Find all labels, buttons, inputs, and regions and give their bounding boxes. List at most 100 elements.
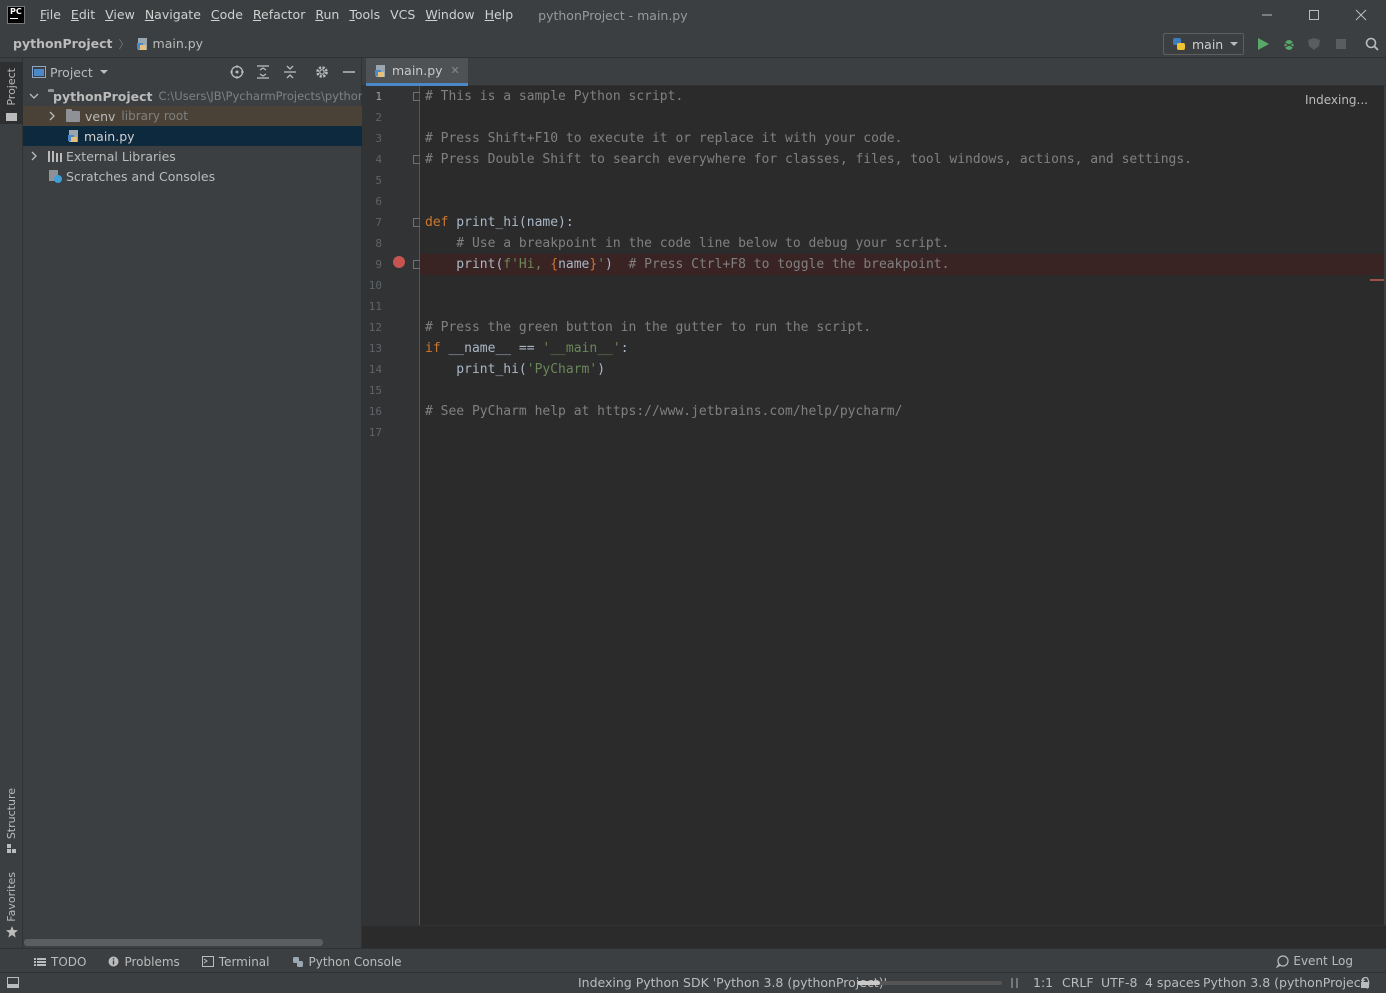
line-number[interactable]: 16 (362, 401, 382, 422)
main-menu: File Edit View Navigate Code Refactor Run Tools… (35, 0, 518, 30)
code-line-14[interactable]: print_hi('PyCharm') (425, 359, 605, 380)
menu-view[interactable]: View (100, 0, 140, 30)
menu-file[interactable]: File (35, 0, 66, 30)
line-number[interactable]: 8 (362, 233, 382, 254)
tool-tab-favorites[interactable]: Favorites (0, 872, 23, 938)
editor-bottom-area (362, 925, 1386, 948)
event-log-button[interactable]: Event Log (1276, 954, 1353, 968)
chevron-down-icon[interactable] (29, 91, 39, 101)
project-view-selector[interactable]: Project (50, 65, 93, 80)
indent-setting[interactable]: 4 spaces (1145, 975, 1200, 990)
tool-window-bar: TODO Problems Terminal Python Console Ev… (0, 948, 1386, 974)
run-button[interactable] (1255, 36, 1271, 52)
indexing-status-text[interactable]: Indexing Python SDK 'Python 3.8 (pythonP… (578, 975, 887, 990)
horizontal-scrollbar[interactable] (24, 939, 323, 946)
code-line-9[interactable]: print(f'Hi, {name}') # Press Ctrl+F8 to … (425, 254, 949, 275)
tab-main-py[interactable]: main.py ✕ (366, 58, 468, 86)
toggle-tool-windows-icon[interactable] (7, 977, 19, 989)
line-number[interactable]: 7 (362, 212, 382, 233)
line-number[interactable]: 2 (362, 107, 382, 128)
close-tab-icon[interactable]: ✕ (451, 64, 460, 77)
menu-navigate[interactable]: Navigate (140, 0, 206, 30)
tool-tab-project[interactable]: Project (0, 62, 23, 124)
todo-button[interactable]: TODO (34, 955, 86, 969)
stop-button[interactable] (1333, 36, 1349, 52)
line-number[interactable]: 1 (362, 86, 382, 107)
line-number[interactable]: 6 (362, 191, 382, 212)
line-number[interactable]: 5 (362, 170, 382, 191)
breadcrumb-project[interactable]: pythonProject (13, 36, 113, 51)
coverage-button[interactable] (1306, 36, 1322, 52)
breakpoint-icon[interactable] (393, 256, 405, 268)
maximize-button[interactable] (1291, 0, 1337, 30)
run-configuration-select[interactable]: main (1163, 33, 1244, 55)
terminal-button[interactable]: Terminal (201, 955, 270, 969)
error-stripe-marker[interactable] (1370, 279, 1384, 281)
line-number[interactable]: 15 (362, 380, 382, 401)
line-number[interactable]: 14 (362, 359, 382, 380)
tree-item-main-py[interactable]: main.py (23, 126, 362, 146)
code-line-1[interactable]: # This is a sample Python script. (425, 86, 683, 107)
maximize-icon (1309, 10, 1319, 20)
problems-button[interactable]: Problems (108, 955, 180, 969)
code-line-13[interactable]: if __name__ == '__main__': (425, 338, 629, 359)
menu-code[interactable]: Code (206, 0, 248, 30)
tree-item-project-root[interactable]: pythonProject C:\Users\JB\PycharmProject… (23, 86, 362, 106)
line-number[interactable]: 4 (362, 149, 382, 170)
menu-window[interactable]: Window (420, 0, 479, 30)
code-editor[interactable]: Indexing... # This is a sample Python sc… (420, 86, 1386, 925)
close-window-button[interactable] (1338, 0, 1384, 30)
line-number[interactable]: 13 (362, 338, 382, 359)
code-line-4[interactable]: # Press Double Shift to search everywher… (425, 149, 1192, 170)
python-interpreter[interactable]: Python 3.8 (pythonProject) (1203, 975, 1370, 990)
chevron-down-icon[interactable] (99, 67, 109, 77)
line-separator[interactable]: CRLF (1062, 975, 1094, 990)
left-tool-strip: Project Structure Favorites (0, 58, 23, 948)
tool-tab-structure[interactable]: Structure (0, 788, 23, 854)
code-line-12[interactable]: # Press the green button in the gutter t… (425, 317, 871, 338)
caret-position[interactable]: 1:1 (1033, 975, 1053, 990)
speech-bubble-icon (1276, 954, 1289, 968)
menu-help[interactable]: Help (480, 0, 519, 30)
line-number[interactable]: 3 (362, 128, 382, 149)
code-line-16[interactable]: # See PyCharm help at https://www.jetbra… (425, 401, 902, 422)
code-line-7[interactable]: def print_hi(name): (425, 212, 574, 233)
info-icon (108, 956, 119, 967)
debug-bug-icon (1282, 40, 1296, 50)
python-console-button[interactable]: Python Console (292, 955, 402, 969)
indexing-indicator: Indexing... (1296, 90, 1376, 110)
line-number[interactable]: 12 (362, 317, 382, 338)
debug-button[interactable] (1281, 36, 1297, 52)
tree-item-scratches[interactable]: Scratches and Consoles (23, 166, 362, 186)
lock-icon[interactable] (1360, 977, 1372, 989)
collapse-all-button[interactable] (282, 64, 298, 80)
code-line-3[interactable]: # Press Shift+F10 to execute it or repla… (425, 128, 902, 149)
minimize-icon (343, 71, 355, 73)
breadcrumb-file[interactable]: main.py (136, 36, 203, 51)
tree-item-external-libraries[interactable]: External Libraries (23, 146, 362, 166)
chevron-right-icon[interactable] (47, 111, 57, 121)
menu-refactor[interactable]: Refactor (248, 0, 310, 30)
menu-run[interactable]: Run (310, 0, 344, 30)
line-number[interactable]: 9 (362, 254, 382, 275)
chevron-right-icon[interactable] (29, 151, 39, 161)
line-number[interactable]: 10 (362, 275, 382, 296)
minimize-button[interactable] (1244, 0, 1290, 30)
tree-item-venv[interactable]: venv library root (23, 106, 362, 126)
expand-all-button[interactable] (255, 64, 271, 80)
star-icon (5, 925, 18, 938)
pause-icon[interactable] (1010, 977, 1020, 989)
line-number[interactable]: 11 (362, 296, 382, 317)
locate-file-button[interactable] (229, 64, 245, 80)
file-encoding[interactable]: UTF-8 (1101, 975, 1137, 990)
hide-panel-button[interactable] (341, 64, 357, 80)
editor-gutter[interactable]: 1 2 3 4 5 6 7 8 9 10 11 12 13 14 15 16 17 (362, 86, 422, 925)
line-number[interactable]: 17 (362, 422, 382, 443)
menu-tools[interactable]: Tools (344, 0, 385, 30)
menu-edit[interactable]: Edit (66, 0, 100, 30)
project-settings-button[interactable] (314, 64, 330, 80)
search-everywhere-button[interactable] (1364, 36, 1380, 52)
library-icon (48, 151, 62, 162)
code-line-8[interactable]: # Use a breakpoint in the code line belo… (425, 233, 949, 254)
menu-vcs[interactable]: VCS (385, 0, 420, 30)
